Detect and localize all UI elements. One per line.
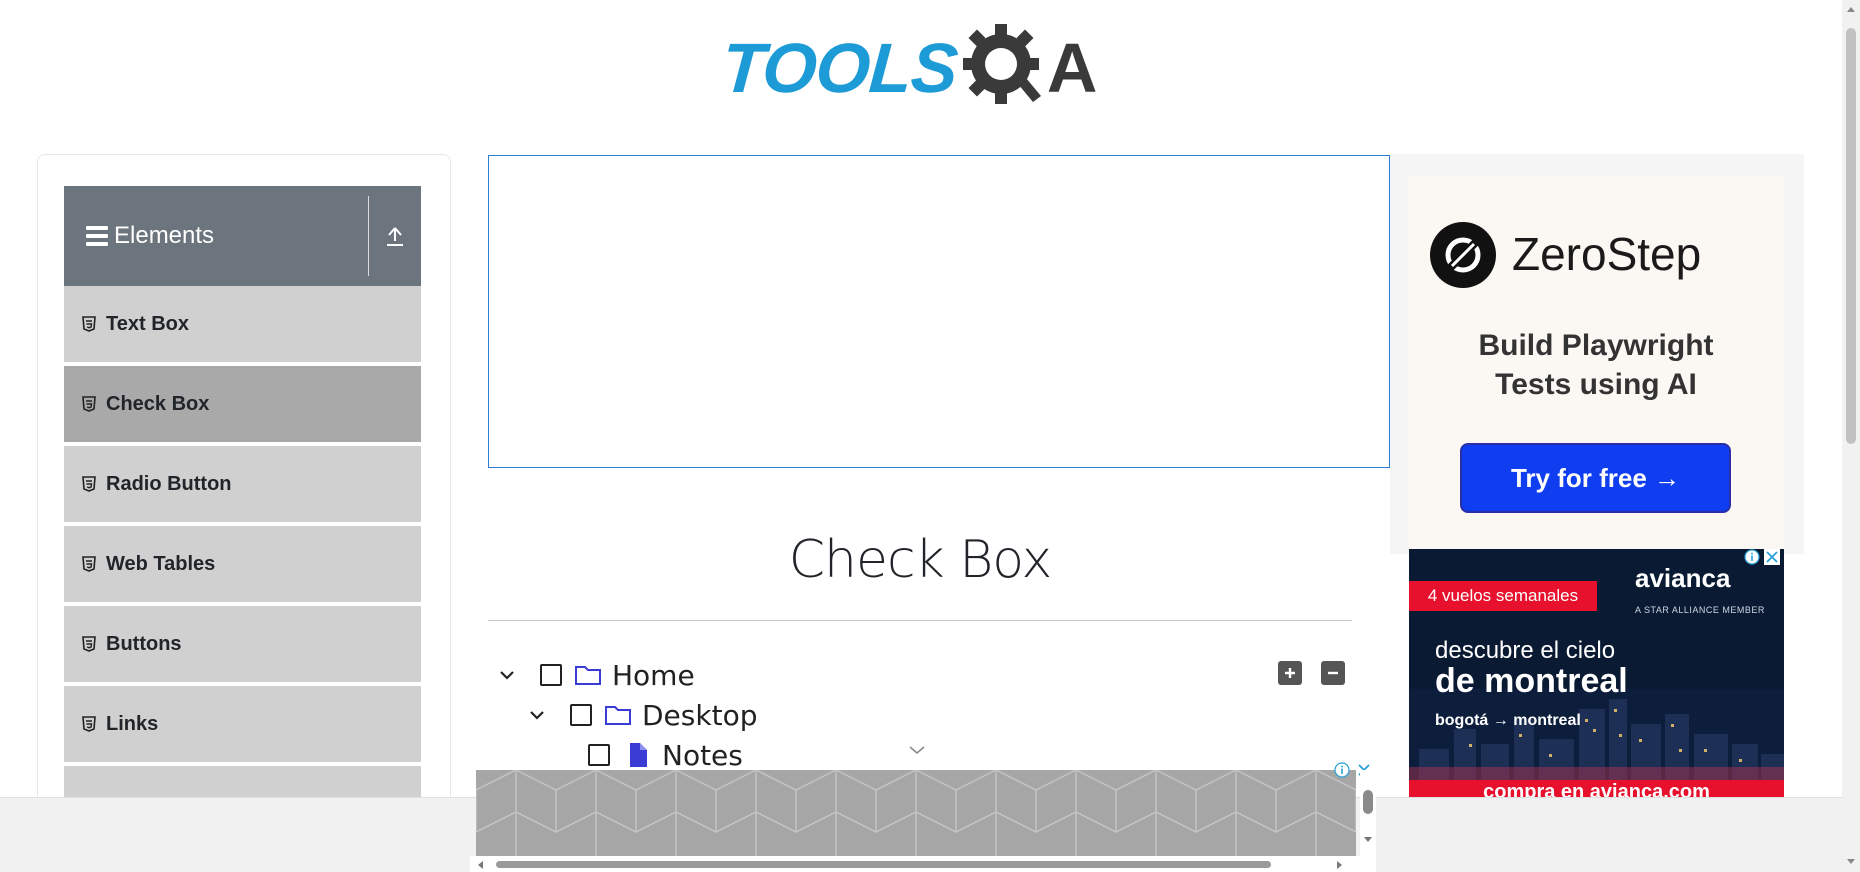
tree-checkbox[interactable] xyxy=(588,744,610,766)
toolsqa-logo[interactable]: TOOLS A xyxy=(719,20,1124,116)
ad-vertical-scrollbar[interactable] xyxy=(1360,770,1376,856)
zerostep-tagline-line-1: Build Playwright xyxy=(1478,329,1714,362)
logo-text-tools: TOOLS xyxy=(719,29,960,107)
page-scroll-thumb[interactable] xyxy=(1846,28,1856,444)
upload-icon[interactable] xyxy=(369,225,421,247)
sidebar-item-label: Check Box xyxy=(106,392,210,415)
avianca-cta[interactable]: compra en avianca.com xyxy=(1409,780,1784,797)
page-scrollbar[interactable] xyxy=(1842,0,1860,872)
sidebar-item-label: Buttons xyxy=(106,632,182,655)
avianca-ad[interactable]: 4 vuelos semanales avianca A STAR ALLIAN… xyxy=(1409,549,1784,797)
tree-label[interactable]: Notes xyxy=(662,739,743,772)
zerostep-tagline-line-2: Tests using AI xyxy=(1495,368,1697,401)
minus-square-icon xyxy=(1328,671,1338,675)
chevron-down-icon[interactable] xyxy=(498,666,516,684)
file-icon xyxy=(630,743,647,767)
collapse-all-button[interactable] xyxy=(1321,661,1345,685)
plus-square-icon xyxy=(1285,668,1295,678)
sidebar-item-label: Links xyxy=(106,712,159,735)
ad-close-icon[interactable] xyxy=(1764,549,1780,565)
sidebar-item-web-tables[interactable]: Web Tables xyxy=(64,526,421,604)
html5-icon xyxy=(82,396,96,412)
logo-text-a: A xyxy=(1046,29,1098,107)
avianca-route: bogotá → montreal xyxy=(1435,712,1581,729)
avianca-badge: 4 vuelos semanales xyxy=(1409,581,1597,611)
bottom-ad-banner[interactable] xyxy=(476,770,1356,856)
html5-icon xyxy=(82,716,96,732)
hex-pattern-image xyxy=(476,770,1356,856)
tree-label[interactable]: Home xyxy=(612,659,695,692)
sidebar-item-check-box[interactable]: Check Box xyxy=(64,366,421,444)
tree-node-desktop: Desktop xyxy=(528,697,757,733)
ad-scroll-thumb-h[interactable] xyxy=(496,861,1271,868)
avianca-headline-2: de montreal xyxy=(1435,662,1628,700)
expand-all-button[interactable] xyxy=(1278,661,1302,685)
sidebar-item-label: Text Box xyxy=(106,312,189,335)
tree-checkbox[interactable] xyxy=(570,704,592,726)
zerostep-tagline: Build Playwright Tests using AI xyxy=(1408,326,1784,404)
avianca-headline-1: descubre el cielo xyxy=(1435,637,1616,664)
avianca-member-text: A STAR ALLIANCE MEMBER xyxy=(1635,605,1765,615)
avianca-brand: avianca xyxy=(1635,563,1731,593)
ad-horizontal-scrollbar[interactable] xyxy=(470,856,1376,872)
page-title: Check Box xyxy=(788,530,1053,590)
tree-node-notes: Notes xyxy=(588,737,743,773)
sidebar-item-label: Radio Button xyxy=(106,472,232,495)
tree-node-home: Home xyxy=(498,657,695,693)
scroll-down-arrow-icon[interactable] xyxy=(1363,834,1373,844)
html5-icon xyxy=(82,476,96,492)
ad-scroll-thumb-v[interactable] xyxy=(1363,790,1373,814)
gear-magnifier-icon xyxy=(962,24,1041,104)
group-title: Elements xyxy=(114,222,215,249)
scroll-down-arrow-icon[interactable] xyxy=(1846,858,1856,866)
sidebar-item-radio-button[interactable]: Radio Button xyxy=(64,446,421,524)
sidebar-item-text-box[interactable]: Text Box xyxy=(64,286,421,364)
ad-info-icon[interactable] xyxy=(1334,762,1350,778)
scroll-up-arrow-icon[interactable] xyxy=(1846,5,1856,13)
top-ad-frame[interactable] xyxy=(488,155,1390,468)
html5-icon xyxy=(82,556,96,572)
html5-icon xyxy=(82,316,96,332)
html5-icon xyxy=(82,636,96,652)
ad-info-icon[interactable] xyxy=(1744,549,1760,565)
tree-label[interactable]: Desktop xyxy=(642,699,757,732)
chevron-down-icon[interactable] xyxy=(528,706,546,724)
folder-icon xyxy=(575,666,601,685)
sidebar-item-buttons[interactable]: Buttons xyxy=(64,606,421,684)
zerostep-name: ZeroStep xyxy=(1512,228,1702,280)
title-divider xyxy=(488,620,1352,621)
zerostep-logo-icon xyxy=(1430,222,1496,288)
try-for-free-button[interactable]: Try for free → xyxy=(1460,443,1731,513)
sidebar-item-links[interactable]: Links xyxy=(64,686,421,764)
sidebar-item-label: Web Tables xyxy=(106,552,216,575)
tree-checkbox[interactable] xyxy=(540,664,562,686)
scroll-left-arrow-icon[interactable] xyxy=(476,860,484,870)
elements-group-header[interactable]: Elements xyxy=(64,186,421,286)
folder-icon xyxy=(605,706,631,725)
scroll-right-arrow-icon[interactable] xyxy=(1336,860,1344,870)
chevron-down-icon[interactable] xyxy=(908,744,926,756)
hamburger-icon xyxy=(86,226,108,246)
